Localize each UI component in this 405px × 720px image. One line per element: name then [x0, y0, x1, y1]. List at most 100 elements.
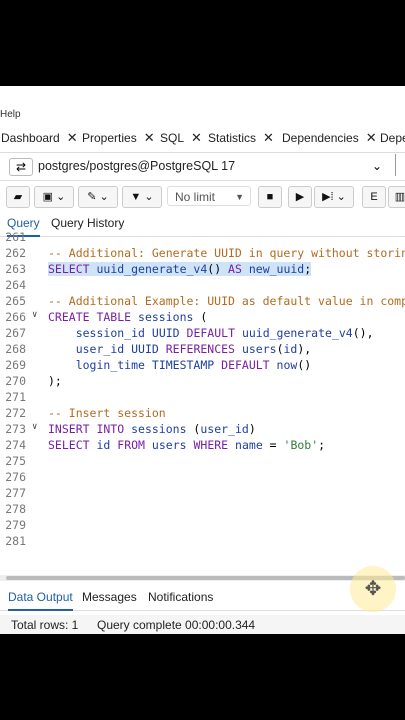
total-rows-text: Total rows: 1	[11, 618, 79, 632]
line-number: 281	[5, 534, 26, 548]
editor-line[interactable]: 263 SELECT uuid_generate_v4() AS new_uuid…	[0, 262, 405, 278]
tab-dependents[interactable]: Depe	[380, 124, 405, 152]
editor-line[interactable]: 276	[0, 470, 405, 486]
status-bar: Total rows: 1 Query complete 00:00:00.34…	[0, 615, 405, 634]
code-text: login_time TIMESTAMP DEFAULT now()	[75, 358, 312, 372]
tab-sql[interactable]: SQL ✕	[160, 124, 202, 152]
code-text: -- Insert session	[48, 406, 166, 420]
editor-line[interactable]: 274 SELECT id FROM users WHERE name = 'Bo…	[0, 438, 405, 454]
editor-line[interactable]: 277	[0, 486, 405, 502]
explain-analyze-button[interactable]: ▥	[388, 186, 405, 208]
editor-line[interactable]: 281	[0, 534, 405, 550]
code-text: INSERT INTO sessions (user_id)	[48, 422, 256, 436]
line-number: 266	[5, 310, 26, 324]
save-button[interactable]: ▣ ⌄	[34, 186, 74, 208]
line-number: 265	[5, 294, 26, 308]
menu-help[interactable]: Help	[0, 109, 21, 120]
explain-button[interactable]: E	[362, 186, 386, 208]
line-number: 273	[5, 422, 26, 436]
chevron-down-icon[interactable]: ⌄	[372, 156, 382, 176]
code-text: SELECT uuid_generate_v4() AS new_uuid;	[48, 262, 312, 276]
tab-statistics[interactable]: Statistics ✕	[208, 124, 274, 152]
tab-messages[interactable]: Messages	[82, 586, 137, 609]
tab-properties[interactable]: Properties ✕	[82, 124, 155, 152]
close-icon[interactable]: ✕	[366, 130, 377, 145]
execute-options-button[interactable]: ▶⁞ ⌄	[314, 186, 354, 208]
horizontal-scrollbar[interactable]	[0, 575, 405, 581]
tab-label: Depe	[380, 131, 405, 145]
code-text: );	[48, 374, 62, 388]
line-number: 279	[5, 518, 26, 532]
code-text: SELECT id FROM users WHERE name = 'Bob';	[48, 438, 326, 452]
code-text: -- Additional: Generate UUID in query wi…	[48, 246, 405, 260]
editor-line[interactable]: 264	[0, 278, 405, 294]
edit-pen-button[interactable]: ✎ ⌄	[78, 186, 118, 208]
tab-label: Properties	[82, 131, 137, 145]
sql-editor[interactable]: 261 262 -- Additional: Generate UUID in qu…	[0, 230, 405, 574]
editor-line[interactable]: 271	[0, 390, 405, 406]
line-number: 271	[5, 390, 26, 404]
close-icon[interactable]: ✕	[191, 130, 202, 145]
tab-label: Dependencies	[282, 131, 359, 145]
line-number: 263	[5, 262, 26, 276]
line-number: 262	[5, 246, 26, 260]
menubar: Help	[0, 86, 405, 124]
tab-dependencies[interactable]: Dependencies ✕	[282, 124, 377, 152]
code-text: user_id UUID REFERENCES users(id),	[75, 342, 312, 356]
pgadmin-window: Help Dashboard ✕ Properties ✕ SQL ✕ Statist…	[0, 86, 405, 634]
editor-line[interactable]: 279	[0, 518, 405, 534]
code-text: CREATE TABLE sessions (	[48, 310, 208, 324]
tab-label: Dashboard	[1, 131, 60, 145]
line-number: 275	[5, 454, 26, 468]
stop-button[interactable]: ■	[258, 186, 282, 208]
editor-line[interactable]: 261	[0, 230, 405, 246]
connection-bar: ⇄ postgres/postgres@PostgreSQL 17 ⌄	[0, 152, 405, 181]
line-number: 261	[5, 230, 26, 244]
editor-line[interactable]: 272 -- Insert session	[0, 406, 405, 422]
close-icon[interactable]: ✕	[263, 130, 274, 145]
tab-dashboard[interactable]: Dashboard ✕	[1, 124, 78, 152]
caret-down-icon: ▼	[235, 192, 244, 202]
tab-label: Statistics	[208, 131, 257, 145]
editor-line[interactable]: 270);	[0, 374, 405, 390]
line-number: 278	[5, 502, 26, 516]
object-tabs: Dashboard ✕ Properties ✕ SQL ✕ Statistics ✕ …	[0, 124, 405, 153]
editor-line[interactable]: 267 session_id UUID DEFAULT uuid_generat…	[0, 326, 405, 342]
editor-line[interactable]: 266 ∨ CREATE TABLE sessions (	[0, 310, 405, 326]
row-limit-select[interactable]: No limit ▼	[167, 186, 251, 206]
line-number: 269	[5, 358, 26, 372]
close-icon[interactable]: ✕	[144, 130, 155, 145]
line-number: 276	[5, 470, 26, 484]
line-number: 270	[5, 374, 26, 388]
code-text: session_id UUID DEFAULT uuid_generate_v4…	[75, 326, 374, 340]
code-text: -- Additional Example: UUID as default v…	[48, 294, 405, 308]
editor-line[interactable]: 265 -- Additional Example: UUID as defaul…	[0, 294, 405, 310]
connection-select[interactable]: postgres/postgres@PostgreSQL 17	[38, 156, 235, 176]
fold-toggle-icon[interactable]: ∨	[32, 422, 37, 432]
tab-data-output[interactable]: Data Output	[8, 586, 73, 611]
line-number: 272	[5, 406, 26, 420]
line-number: 264	[5, 278, 26, 292]
editor-line[interactable]: 275	[0, 454, 405, 470]
move-cursor-icon: ✥	[350, 566, 396, 612]
filter-button[interactable]: ▼ ⌄	[122, 186, 162, 208]
scroll-thumb[interactable]	[6, 576, 405, 580]
query-complete-text: Query complete 00:00:00.344	[97, 618, 256, 632]
line-number: 277	[5, 486, 26, 500]
line-number: 274	[5, 438, 26, 452]
plug-icon[interactable]: ⇄	[9, 158, 33, 176]
editor-line[interactable]: 273 ∨ INSERT INTO sessions (user_id)	[0, 422, 405, 438]
limit-label: No limit	[175, 190, 216, 204]
line-number: 268	[5, 342, 26, 356]
folder-icon[interactable]: ▰	[6, 186, 30, 208]
fold-toggle-icon[interactable]: ∨	[32, 310, 37, 320]
tab-label: SQL	[160, 131, 185, 145]
execute-button[interactable]: ▶	[288, 186, 312, 208]
tab-notifications[interactable]: Notifications	[148, 586, 213, 609]
editor-line[interactable]: 268 user_id UUID REFERENCES users(id),	[0, 342, 405, 358]
editor-line[interactable]: 278	[0, 502, 405, 518]
output-tabs: Data Output Messages Notifications	[0, 586, 405, 611]
close-icon[interactable]: ✕	[67, 130, 78, 145]
editor-line[interactable]: 269 login_time TIMESTAMP DEFAULT now()	[0, 358, 405, 374]
editor-line[interactable]: 262 -- Additional: Generate UUID in query…	[0, 246, 405, 262]
